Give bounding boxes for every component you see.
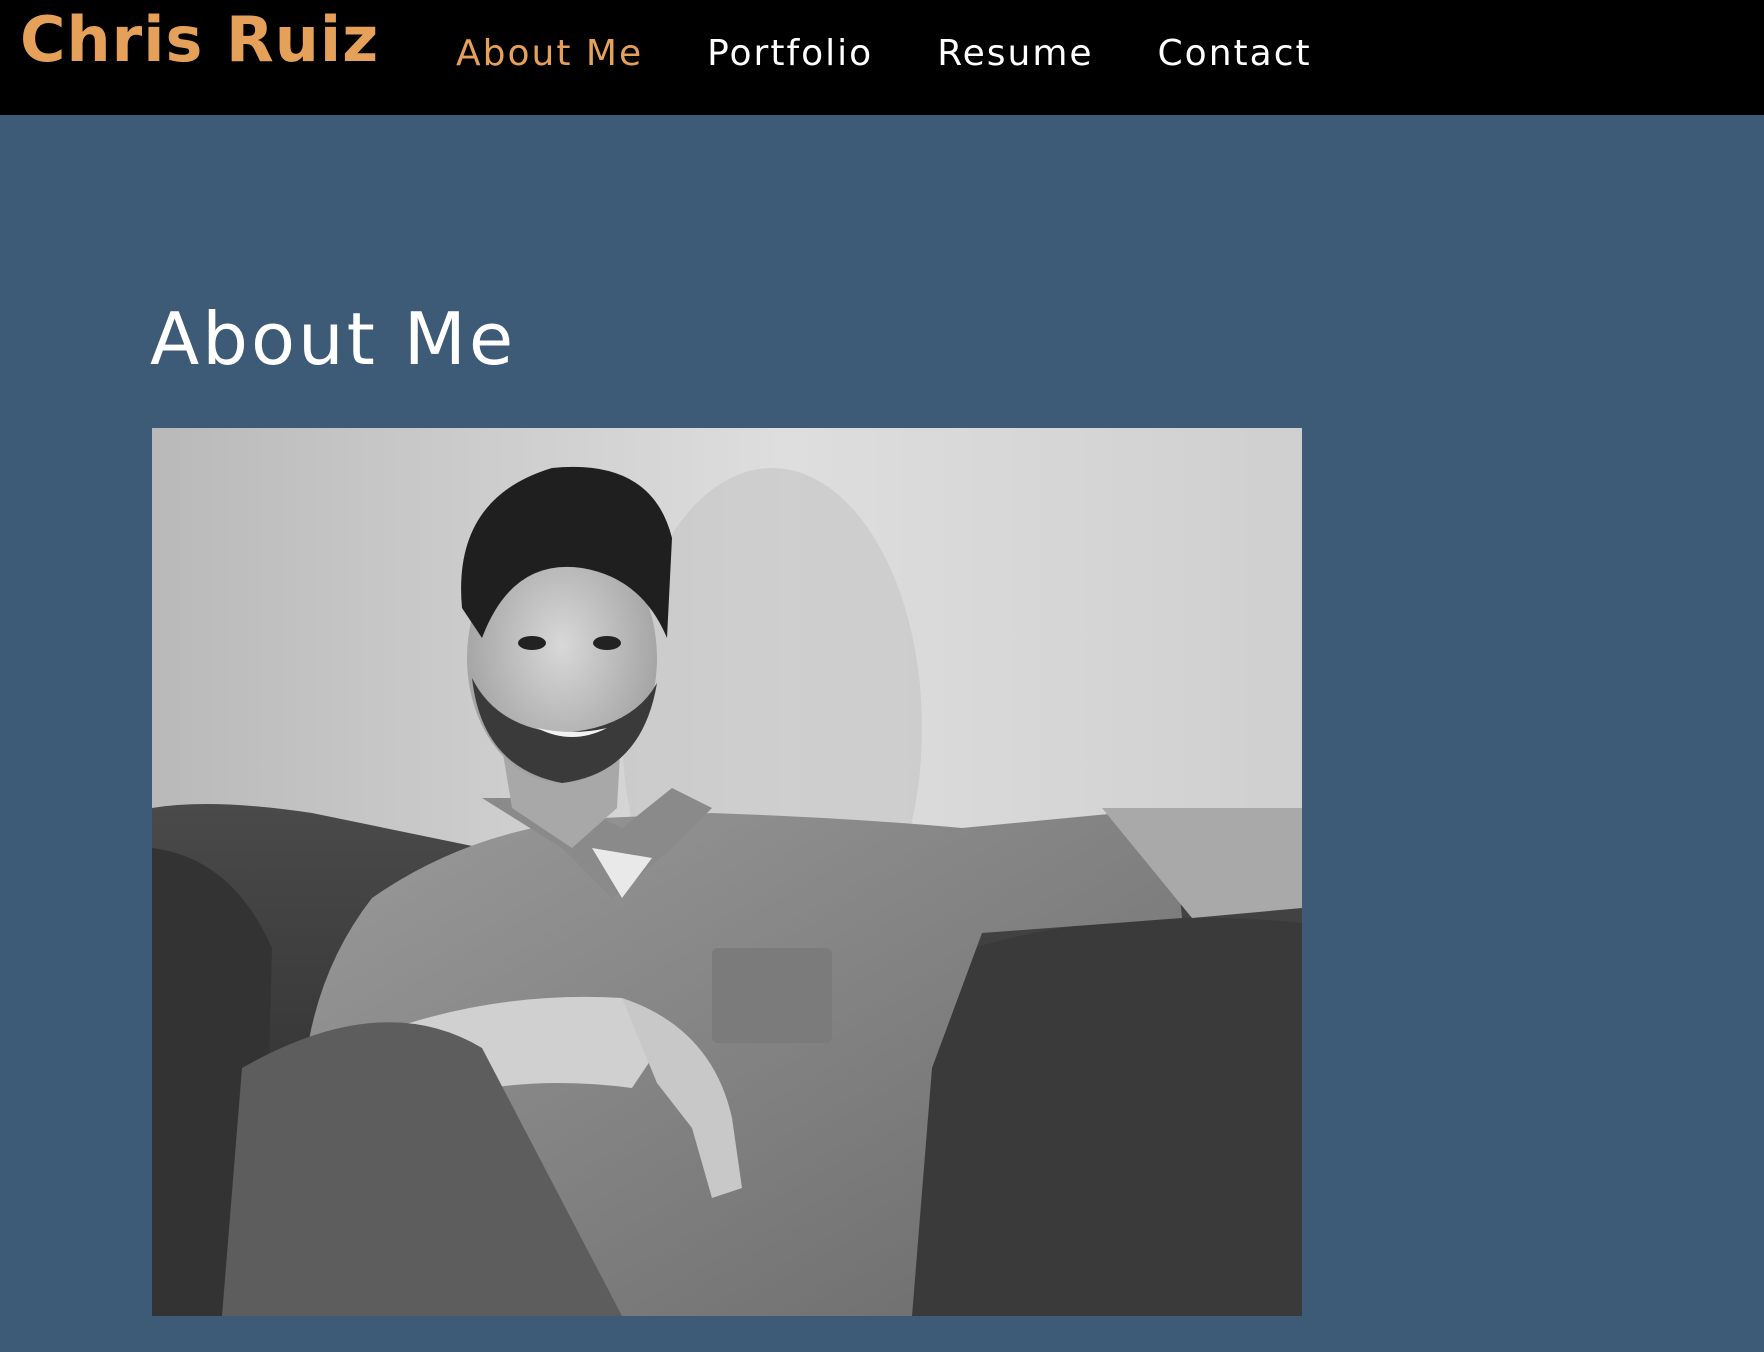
nav-item-portfolio[interactable]: Portfolio	[707, 33, 873, 74]
nav-item-about-me[interactable]: About Me	[456, 33, 643, 74]
top-navigation-bar: Chris Ruiz About Me Portfolio Resume Con…	[0, 0, 1764, 115]
page-title: About Me	[150, 297, 517, 381]
nav-list: About Me Portfolio Resume Contact	[456, 28, 1376, 78]
nav-item-contact[interactable]: Contact	[1158, 33, 1312, 74]
nav-item-resume[interactable]: Resume	[937, 33, 1093, 74]
site-brand-link[interactable]: Chris Ruiz	[20, 4, 379, 76]
profile-photo	[152, 428, 1302, 1316]
